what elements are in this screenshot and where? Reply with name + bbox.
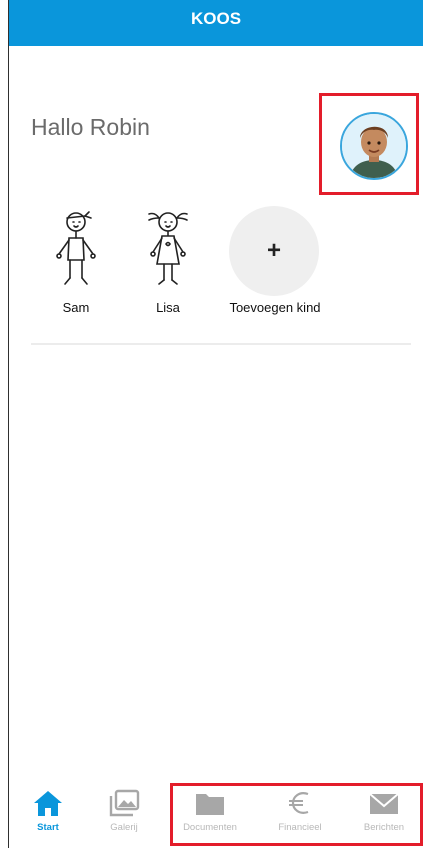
tab-galerij[interactable]: Galerij bbox=[91, 788, 157, 846]
children-row: Sam Lisa + Toevoegen kind bbox=[0, 200, 423, 320]
tab-start[interactable]: Start bbox=[15, 788, 81, 846]
window-edge bbox=[8, 0, 9, 848]
home-icon bbox=[34, 791, 62, 816]
child-name-lisa: Lisa bbox=[156, 300, 180, 315]
child-name-sam: Sam bbox=[62, 300, 90, 315]
girl-stick-figure-icon bbox=[148, 212, 188, 285]
app-header: KOOS bbox=[9, 0, 423, 46]
greeting-text: Hallo Robin bbox=[31, 114, 150, 140]
profile-avatar-icon bbox=[342, 114, 406, 178]
add-child-label: Toevoegen kind bbox=[229, 300, 321, 315]
tab-label-start: Start bbox=[37, 822, 59, 833]
app-title: KOOS bbox=[190, 9, 242, 28]
section-divider bbox=[31, 343, 411, 345]
child-lisa[interactable]: Lisa bbox=[123, 200, 213, 320]
plus-icon: + bbox=[266, 237, 281, 264]
avatar-highlight-box bbox=[319, 93, 419, 195]
profile-avatar-button[interactable] bbox=[340, 112, 408, 180]
gallery-icon bbox=[109, 789, 140, 817]
app-screen: KOOS Hallo Robin Sam Lisa + Toevoegen ki… bbox=[0, 0, 423, 848]
tabs-highlight-box bbox=[170, 783, 423, 846]
tab-label-galerij: Galerij bbox=[110, 822, 138, 833]
child-sam[interactable]: Sam bbox=[31, 200, 121, 320]
boy-stick-figure-icon bbox=[56, 211, 96, 285]
add-child-button[interactable]: + bbox=[229, 206, 319, 296]
